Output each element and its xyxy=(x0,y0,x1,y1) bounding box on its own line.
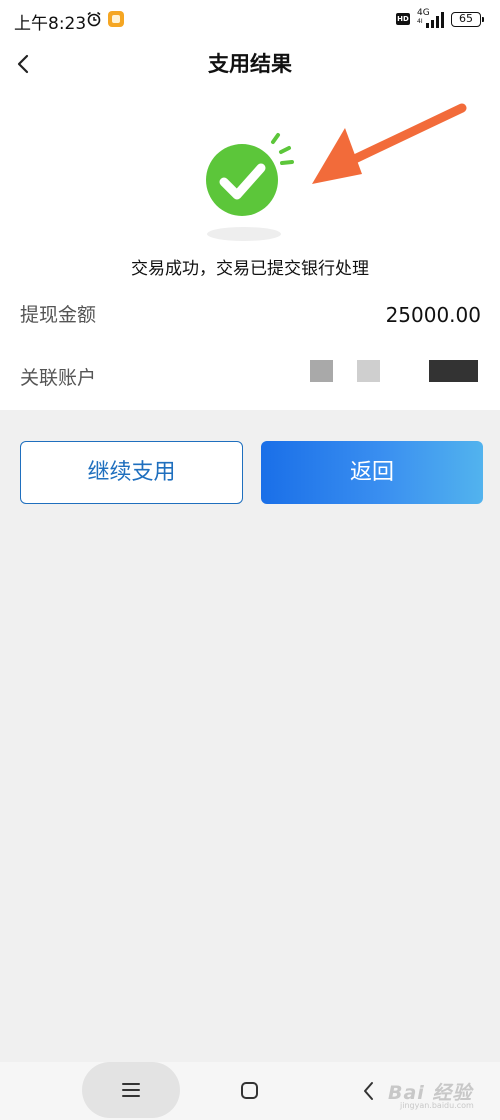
system-back-button[interactable] xyxy=(356,1076,384,1106)
home-icon xyxy=(241,1082,258,1099)
system-nav-bar: Bai 经验 jingyan.baidu.com xyxy=(0,1062,500,1120)
status-bar: 上午8:23 HD 4G 4I 65 xyxy=(0,0,500,40)
menu-button[interactable] xyxy=(82,1062,180,1118)
page-title: 支用结果 xyxy=(208,52,292,76)
menu-icon xyxy=(122,1083,140,1097)
return-button[interactable]: 返回 xyxy=(261,441,483,504)
account-mask-1 xyxy=(310,360,333,382)
account-mask-2 xyxy=(357,360,380,382)
signal-icon xyxy=(424,12,446,28)
back-icon xyxy=(364,1082,373,1100)
app-notification-icon xyxy=(108,11,124,27)
watermark-url: jingyan.baidu.com xyxy=(400,1101,474,1110)
amount-label: 提现金额 xyxy=(20,304,97,326)
account-label: 关联账户 xyxy=(20,367,97,389)
alarm-icon xyxy=(86,11,102,27)
status-time: 上午8:23 xyxy=(14,14,87,34)
amount-value: 25000.00 xyxy=(385,303,481,327)
success-check-icon xyxy=(198,130,298,245)
account-mask-3 xyxy=(429,360,478,382)
continue-button[interactable]: 继续支用 xyxy=(20,441,243,504)
home-button[interactable] xyxy=(232,1076,266,1106)
annotation-arrow-icon xyxy=(300,96,475,196)
result-message: 交易成功，交易已提交银行处理 xyxy=(131,259,369,279)
battery-icon: 65 xyxy=(451,12,484,27)
hd-badge: HD xyxy=(396,13,410,25)
